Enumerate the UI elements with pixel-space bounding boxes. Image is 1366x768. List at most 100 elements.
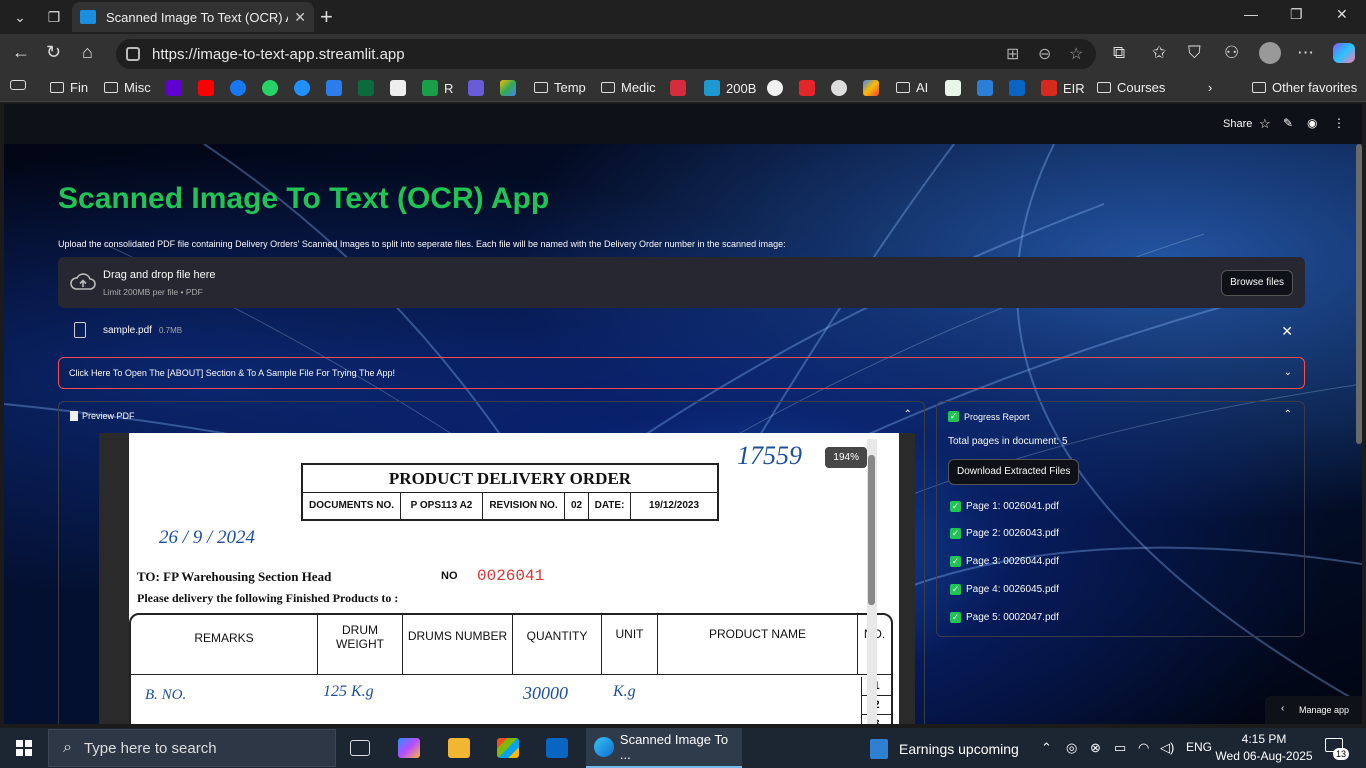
extensions-icon[interactable]: ⧉ (1113, 43, 1125, 63)
main-menu-icon[interactable]: ⋮ (1333, 116, 1345, 130)
bookmark-red-icon[interactable] (670, 80, 692, 96)
download-extracted-files-button[interactable]: Download Extracted Files (948, 459, 1080, 485)
bookmark-folder-temp[interactable]: Temp (534, 80, 586, 95)
bookmark-folder-misc[interactable]: Misc (104, 80, 151, 95)
bookmark-folder-courses[interactable]: Courses (1097, 80, 1165, 95)
tab-actions-chevron-icon[interactable]: ⌄ (6, 3, 34, 31)
bookmark-youtube-icon[interactable] (198, 80, 220, 96)
favorites-menu-icon[interactable] (10, 80, 32, 90)
bookmark-green-icon[interactable] (945, 80, 967, 96)
date-value: 19/12/2023 (648, 500, 700, 511)
bookmark-200b[interactable]: 200B (704, 80, 756, 96)
pdf-page: 17559 PRODUCT DELIVERY ORDER DOCUMENTS N… (129, 433, 899, 724)
meet-now-icon[interactable]: ◎ (1066, 740, 1077, 756)
preview-pdf-header[interactable]: Preview PDF (70, 411, 135, 421)
browser-tab-active[interactable]: Scanned Image To Text (OCR) App ✕ (72, 2, 314, 32)
chevron-up-icon[interactable]: ⌃ (1284, 409, 1292, 420)
preview-pdf-panel: Preview PDF ⌃ 17559 PRODUCT DELIVERY ORD… (58, 401, 925, 724)
bookmark-folder-fin[interactable]: Fin (50, 80, 88, 95)
zoom-icon[interactable]: ⊖ (1038, 44, 1051, 64)
bookmark-yahoo-icon[interactable] (166, 80, 188, 96)
file-uploader-dropzone[interactable]: Drag and drop file here Limit 200MB per … (58, 257, 1305, 308)
minimize-icon[interactable]: — (1244, 6, 1258, 22)
maximize-icon[interactable]: ❐ (1290, 6, 1303, 23)
windows-start-icon[interactable] (16, 740, 32, 756)
back-icon[interactable]: ← (12, 42, 30, 63)
outlook-icon[interactable] (546, 738, 568, 758)
pdf-viewer[interactable]: 17559 PRODUCT DELIVERY ORDER DOCUMENTS N… (99, 433, 915, 724)
bookmark-tpl-icon[interactable] (977, 80, 999, 96)
task-view-icon[interactable] (350, 740, 370, 756)
progress-report-header[interactable]: ✓ Progress Report (948, 411, 1030, 422)
bookmark-folder-medic[interactable]: Medic (601, 80, 656, 95)
new-tab-icon[interactable]: + (320, 4, 333, 30)
bookmark-whatsapp-icon[interactable] (262, 80, 284, 96)
taskbar-search-box[interactable]: ⌕ Type here to search (48, 729, 336, 767)
home-icon[interactable]: ⌂ (82, 42, 93, 63)
copilot-icon[interactable] (1333, 43, 1355, 63)
collections-icon[interactable]: ⚇ (1224, 43, 1239, 63)
workspaces-icon[interactable]: ❐ (40, 3, 68, 31)
tray-overflow-chevron-icon[interactable]: ⌃ (1041, 740, 1052, 756)
bookmark-gemini-icon[interactable] (863, 80, 885, 96)
refresh-icon[interactable]: ↻ (46, 42, 61, 63)
profile-avatar[interactable] (1259, 42, 1281, 64)
bookmark-wikipedia-icon[interactable] (390, 80, 412, 96)
folder-icon (50, 82, 64, 93)
bookmark-facebook-icon[interactable] (230, 80, 252, 96)
tab-close-icon[interactable]: ✕ (294, 9, 306, 26)
bookmark-hexagon-icon[interactable] (468, 80, 490, 96)
bookmark-chart-icon[interactable] (358, 80, 380, 96)
bookmark-drive-icon[interactable] (500, 80, 522, 96)
file-explorer-icon[interactable] (448, 738, 470, 758)
bookmark-calendar-icon[interactable] (326, 80, 348, 96)
star-icon[interactable]: ☆ (1259, 116, 1271, 132)
chevron-up-icon[interactable]: ⌃ (904, 409, 912, 420)
bookmarks-overflow-chevron-icon[interactable]: › (1208, 80, 1212, 95)
address-bar[interactable]: https://image-to-text-app.streamlit.app (116, 39, 1096, 69)
microsoft-store-icon[interactable] (497, 738, 519, 758)
taskbar-clock[interactable]: 4:15 PM Wed 06-Aug-2025 (1214, 731, 1314, 765)
wifi-icon[interactable]: ◠ (1138, 740, 1149, 756)
page-scrollbar[interactable] (1356, 144, 1362, 444)
site-info-icon[interactable] (126, 47, 140, 61)
github-icon[interactable]: ◉ (1307, 116, 1317, 130)
bookmark-messenger-icon[interactable] (294, 80, 316, 96)
edit-pencil-icon[interactable]: ✎ (1283, 116, 1293, 130)
check-mark-icon: ✓ (950, 612, 961, 623)
browse-files-button[interactable]: Browse files (1221, 270, 1293, 296)
bookmark-github-icon[interactable] (767, 80, 789, 96)
check-mark-icon: ✓ (950, 584, 961, 595)
about-expander[interactable]: Click Here To Open The [ABOUT] Section &… (58, 357, 1305, 389)
browser-essentials-icon[interactable]: ⛉ (1188, 43, 1201, 63)
bookmark-eir[interactable]: EIR (1041, 80, 1085, 96)
page-result-item: ✓ Page 4: 0026045.pdf (950, 584, 1059, 595)
language-indicator[interactable]: ENG (1186, 740, 1212, 754)
taskbar-edge-window[interactable]: Scanned Image To ... (586, 728, 742, 768)
close-window-icon[interactable]: ✕ (1336, 6, 1348, 23)
copilot-taskbar-icon[interactable] (398, 738, 420, 758)
notifications-icon[interactable]: 13 (1325, 738, 1350, 760)
app-available-icon[interactable]: ⊞ (1006, 44, 1019, 64)
bookmark-outlook-icon[interactable] (1009, 80, 1031, 96)
earnings-widget[interactable]: Earnings upcoming (870, 739, 1019, 759)
bookmark-red2-icon[interactable] (799, 80, 821, 96)
progress-report-panel: ✓ Progress Report ⌃ Total pages in docum… (936, 401, 1305, 637)
favorite-star-icon[interactable]: ☆ (1069, 44, 1083, 64)
share-button[interactable]: Share (1223, 118, 1252, 130)
favorites-icon[interactable]: ✩ (1152, 43, 1166, 63)
bookmark-folder-other[interactable]: Other favorites (1252, 80, 1357, 95)
network-error-icon[interactable]: ⊗ (1090, 740, 1101, 756)
doc-header-box: PRODUCT DELIVERY ORDER DOCUMENTS NO. P O… (301, 463, 719, 521)
pdf-scrollbar-thumb[interactable] (868, 455, 875, 605)
settings-more-icon[interactable]: ⋯ (1297, 43, 1314, 63)
remove-file-close-icon[interactable]: ✕ (1281, 323, 1293, 340)
col-unit: UNIT (602, 615, 658, 674)
volume-icon[interactable]: ◁) (1160, 740, 1174, 756)
battery-icon[interactable]: ▭ (1114, 740, 1126, 756)
bookmark-r[interactable]: R (422, 80, 453, 96)
bookmark-openai-icon[interactable] (831, 80, 853, 96)
manage-app-button[interactable]: ‹ Manage app (1265, 696, 1362, 724)
folder-icon (896, 82, 910, 93)
bookmark-folder-ai[interactable]: AI (896, 80, 928, 95)
